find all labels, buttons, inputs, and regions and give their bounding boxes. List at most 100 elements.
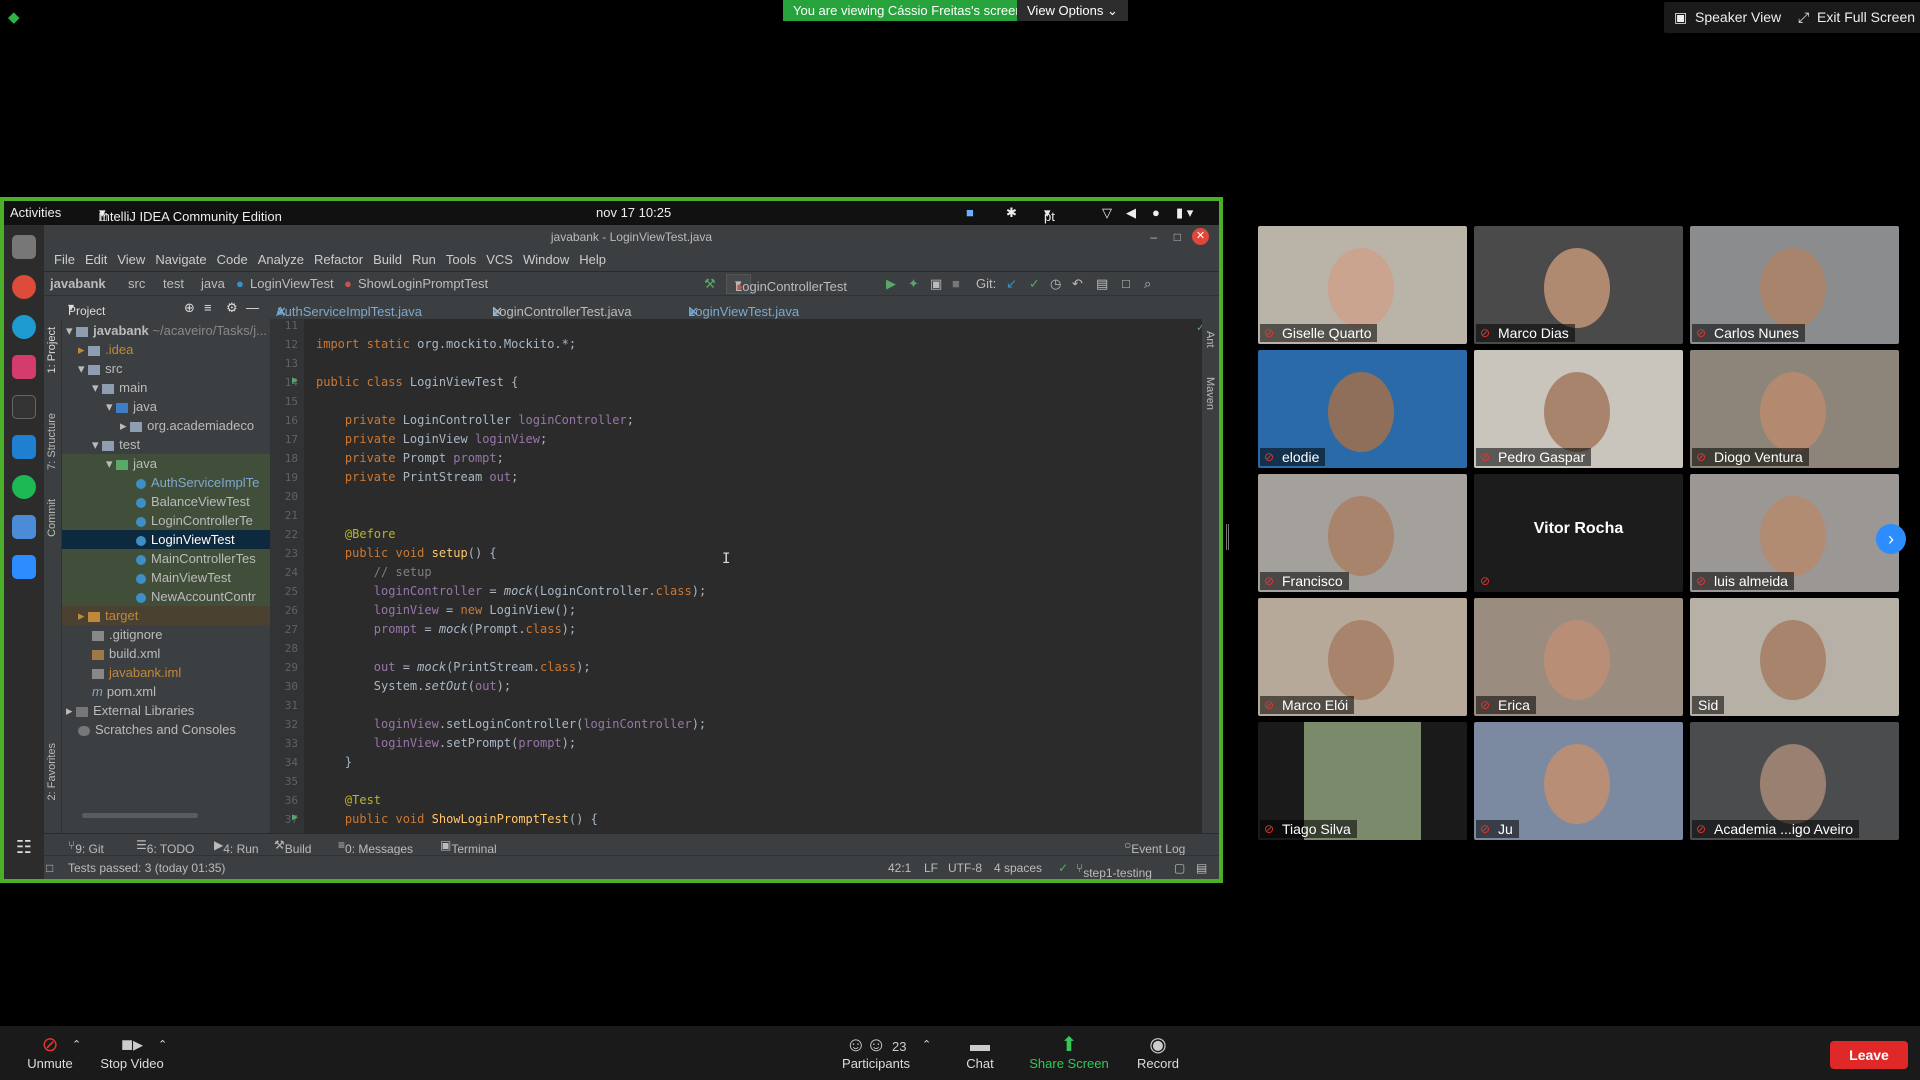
participant-tile[interactable]: Diogo Ventura ⊘ xyxy=(1690,350,1899,468)
breadcrumb-java[interactable]: java xyxy=(201,276,225,291)
clock[interactable]: nov 17 10:25 xyxy=(596,205,671,220)
participant-tile[interactable]: Carlos Nunes ⊘ xyxy=(1690,226,1899,344)
tree-horizontal-scrollbar[interactable] xyxy=(82,813,198,818)
browser-icon[interactable] xyxy=(12,315,36,339)
maven-tool-button[interactable]: Maven xyxy=(1204,377,1216,410)
tree-item-target[interactable]: ▸ target xyxy=(62,606,270,625)
zoom-tray-icon[interactable]: ■ xyxy=(966,205,974,220)
code-line[interactable]: loginView.setLoginController(loginContro… xyxy=(316,715,706,734)
tree-item-build-xml[interactable]: build.xml xyxy=(92,644,160,663)
collapse-icon[interactable]: ≡ xyxy=(204,300,212,315)
todo-tool-button[interactable]: ☰ 6: TODO xyxy=(136,838,194,856)
breadcrumb-method[interactable]: ShowLoginPromptTest xyxy=(358,276,488,291)
menu-edit[interactable]: Edit xyxy=(85,252,107,267)
tree-item-file[interactable]: LoginControllerTe xyxy=(62,511,270,530)
breadcrumb-class[interactable]: LoginViewTest xyxy=(250,276,334,291)
menu-run[interactable]: Run xyxy=(412,252,436,267)
code-line[interactable]: System.setOut(out); xyxy=(316,677,511,696)
tree-item-root[interactable]: ▾ javabank ~/acaveiro/Tasks/j... xyxy=(66,321,267,340)
splitter-handle[interactable] xyxy=(1226,524,1229,550)
maximize-icon[interactable]: □ xyxy=(1174,225,1181,249)
status-toggle-icon[interactable]: □ xyxy=(46,861,53,875)
microphone-icon[interactable]: ● xyxy=(1152,205,1160,220)
code-line[interactable]: loginView.setPrompt(prompt); xyxy=(316,734,576,753)
audio-options-caret-icon[interactable]: ⌃ xyxy=(72,1038,81,1051)
participant-tile[interactable]: Marco Elói ⊘ xyxy=(1258,598,1467,716)
tree-item-iml[interactable]: javabank.iml xyxy=(92,663,181,682)
tree-item-pom[interactable]: m pom.xml xyxy=(92,682,156,701)
project-structure-icon[interactable]: ▤ xyxy=(1096,276,1108,292)
code-line[interactable]: public class LoginViewTest { xyxy=(316,373,518,392)
tree-item-external-libraries[interactable]: ▸ External Libraries xyxy=(66,701,194,720)
run-config-dropdown[interactable]: ● LoginControllerTest ▾ xyxy=(726,274,847,294)
git-rollback-icon[interactable]: ↶ xyxy=(1072,276,1083,292)
memory-indicator-icon[interactable]: ▤ xyxy=(1196,861,1207,875)
hide-panel-icon[interactable]: — xyxy=(246,300,259,315)
participants-caret-icon[interactable]: ⌃ xyxy=(922,1038,931,1051)
menu-analyze[interactable]: Analyze xyxy=(258,252,304,267)
participant-tile[interactable]: Academia ...igo Aveiro ⊘ xyxy=(1690,722,1899,840)
favorites-tool-button[interactable]: 2: Favorites xyxy=(46,743,58,800)
ant-tool-button[interactable]: Ant xyxy=(1204,331,1216,348)
settings-gear-icon[interactable]: ⚙ xyxy=(226,300,238,316)
battery-icon[interactable]: ▮ ▾ xyxy=(1176,205,1193,221)
minimize-icon[interactable]: – xyxy=(1150,225,1157,249)
menu-code[interactable]: Code xyxy=(217,252,248,267)
participant-tile[interactable]: Erica ⊘ xyxy=(1474,598,1683,716)
participant-tile[interactable]: Francisco ⊘ xyxy=(1258,474,1467,592)
menu-build[interactable]: Build xyxy=(373,252,402,267)
participant-tile[interactable]: Vitor Rocha ⊘ xyxy=(1474,474,1683,592)
project-tool-button[interactable]: 1: Project xyxy=(46,327,58,373)
code-line[interactable]: public void setup() { xyxy=(316,544,497,563)
text-editor-icon[interactable] xyxy=(12,515,36,539)
speaker-view-button[interactable]: ▣ Speaker View xyxy=(1664,2,1792,33)
status-message[interactable]: Tests passed: 3 (today 01:35) xyxy=(68,861,225,875)
menu-file[interactable]: File xyxy=(54,252,75,267)
run-test-gutter-icon[interactable]: ▶ xyxy=(292,812,298,823)
line-separator[interactable]: LF xyxy=(924,861,938,875)
intellij-window[interactable]: javabank - LoginViewTest.java ✕ □ – File… xyxy=(44,225,1219,879)
shared-screen[interactable]: Activities □ IntelliJ IDEA Community Edi… xyxy=(0,197,1223,883)
spotify-icon[interactable] xyxy=(12,475,36,499)
record-button[interactable]: ◉ Record xyxy=(1134,1034,1182,1071)
menu-vcs[interactable]: VCS xyxy=(486,252,513,267)
tree-item-idea[interactable]: ▸ .idea xyxy=(78,340,133,359)
menu-view[interactable]: View xyxy=(117,252,145,267)
participants-button[interactable]: ☺☺ 23 Participants xyxy=(836,1034,916,1071)
layout-icon[interactable]: □ xyxy=(1122,276,1130,291)
menu-window[interactable]: Window xyxy=(523,252,569,267)
view-options-button[interactable]: View Options ⌄ xyxy=(1017,0,1128,21)
tree-item-file[interactable]: AuthServiceImplTe xyxy=(62,473,270,492)
run-test-gutter-icon[interactable]: ▶ xyxy=(292,375,298,386)
build-hammer-icon[interactable]: ⚒ xyxy=(704,276,716,292)
chrome-icon[interactable] xyxy=(12,275,36,299)
coverage-icon[interactable]: ▣ xyxy=(930,276,942,292)
participant-tile[interactable]: Tiago Silva ⊘ xyxy=(1258,722,1467,840)
event-log-button[interactable]: ○ Event Log xyxy=(1124,838,1185,856)
build-tool-button[interactable]: ⚒ Build xyxy=(274,838,311,856)
volume-icon[interactable]: ◀ xyxy=(1126,205,1136,221)
keyboard-layout[interactable]: pt ▾ xyxy=(1044,205,1055,224)
terminal-icon[interactable] xyxy=(12,395,36,419)
run-icon[interactable]: ▶ xyxy=(886,276,896,292)
menu-navigate[interactable]: Navigate xyxy=(155,252,206,267)
messages-tool-button[interactable]: ≡ 0: Messages xyxy=(338,838,413,856)
code-line[interactable]: } xyxy=(316,753,352,772)
lock-icon[interactable]: ▢ xyxy=(1174,861,1185,875)
tab-close-icon[interactable]: ✕ xyxy=(688,304,699,320)
activities-button[interactable]: Activities xyxy=(10,205,61,220)
code-line[interactable]: loginView = new LoginView(); xyxy=(316,601,576,620)
git-branch[interactable]: ⑂ step1-testing xyxy=(1076,861,1152,879)
video-options-caret-icon[interactable]: ⌃ xyxy=(158,1038,167,1051)
exit-full-screen-button[interactable]: ⤢ Exit Full Screen xyxy=(1788,2,1920,33)
code-line[interactable]: // setup xyxy=(316,563,432,582)
security-shield-icon[interactable]: ◆ xyxy=(8,8,24,26)
breadcrumb-src[interactable]: src xyxy=(128,276,145,291)
tree-item-scratches[interactable]: Scratches and Consoles xyxy=(78,720,236,739)
files-icon[interactable] xyxy=(12,235,36,259)
code-line[interactable]: @Test xyxy=(316,791,381,810)
file-encoding[interactable]: UTF-8 xyxy=(948,861,982,875)
participant-tile[interactable]: Pedro Gaspar ⊘ xyxy=(1474,350,1683,468)
tree-item-test[interactable]: ▾ test xyxy=(92,435,140,454)
tree-item-main[interactable]: ▾ main xyxy=(92,378,147,397)
